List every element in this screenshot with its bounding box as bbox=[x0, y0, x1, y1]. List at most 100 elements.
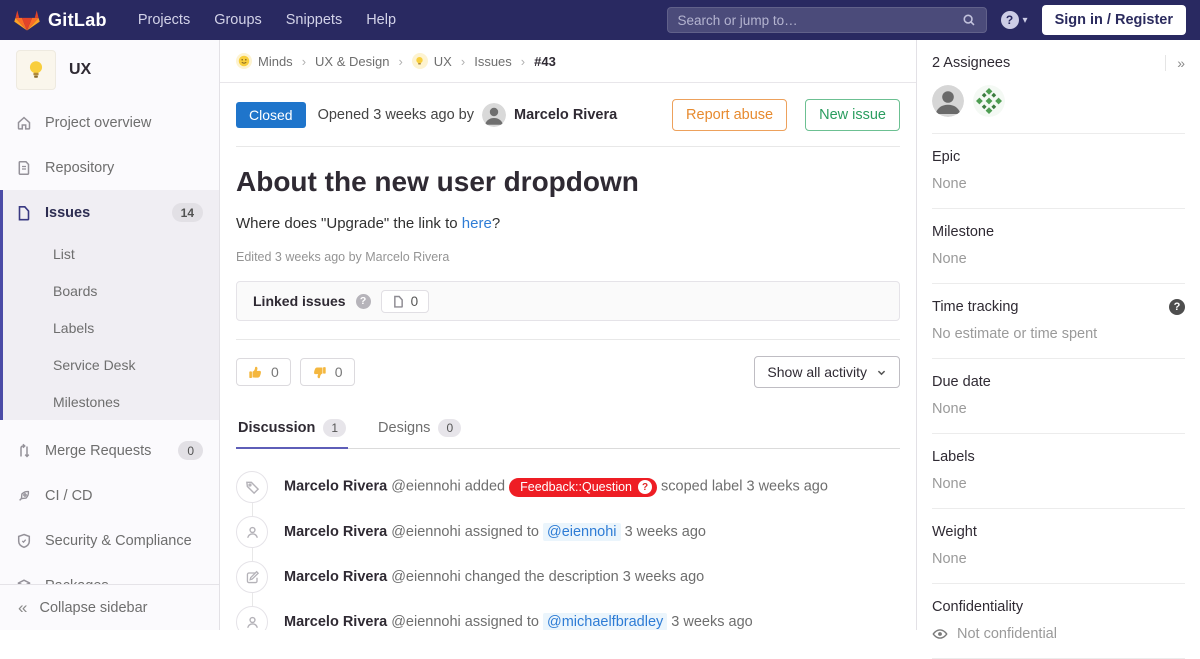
timeline-event-text: Marcelo Rivera @eiennohi assigned to @mi… bbox=[284, 614, 753, 630]
scoped-label-text: Feedback::Question bbox=[520, 480, 632, 494]
tanuki-icon bbox=[14, 8, 40, 32]
breadcrumb-issue-ref: #43 bbox=[534, 54, 556, 69]
sidebar-item-project-overview[interactable]: Project overview bbox=[0, 100, 219, 145]
linked-issues-card: Linked issues ? 0 bbox=[236, 281, 900, 321]
report-abuse-button[interactable]: Report abuse bbox=[672, 99, 787, 131]
timeline-event-text: Marcelo Rivera @eiennohi added Feedback:… bbox=[284, 478, 828, 497]
event-action: @eiennohi changed the description 3 week… bbox=[391, 569, 704, 585]
issue-title: About the new user dropdown bbox=[236, 166, 900, 198]
nav-snippets[interactable]: Snippets bbox=[275, 6, 353, 34]
tab-discussion[interactable]: Discussion 1 bbox=[236, 407, 348, 449]
label-icon bbox=[236, 471, 268, 503]
merge-request-icon bbox=[16, 443, 32, 459]
help-question-icon[interactable]: ? bbox=[356, 294, 371, 309]
sidebar-subitem-milestones[interactable]: Milestones bbox=[3, 383, 219, 420]
shield-icon bbox=[16, 533, 32, 549]
sidebar-item-issues[interactable]: Issues 14 bbox=[3, 190, 219, 235]
event-author[interactable]: Marcelo Rivera bbox=[284, 478, 387, 494]
labels-section[interactable]: Labels None bbox=[932, 434, 1185, 509]
sidebar-item-cicd[interactable]: CI / CD bbox=[0, 473, 219, 518]
breadcrumb-issues[interactable]: Issues bbox=[474, 54, 512, 69]
description-link[interactable]: here bbox=[462, 215, 492, 232]
thumbs-up-button[interactable]: 0 bbox=[236, 358, 291, 386]
sidebar-item-merge-requests[interactable]: Merge Requests 0 bbox=[0, 428, 219, 473]
user-icon bbox=[236, 606, 268, 630]
nav-projects[interactable]: Projects bbox=[127, 6, 201, 34]
event-action: @eiennohi assigned to bbox=[391, 524, 539, 540]
thumbs-down-icon bbox=[312, 365, 327, 380]
timeline-event-text: Marcelo Rivera @eiennohi changed the des… bbox=[284, 569, 704, 585]
event-author[interactable]: Marcelo Rivera bbox=[284, 614, 387, 630]
timeline-event-label-added: Marcelo Rivera @eiennohi added Feedback:… bbox=[236, 471, 900, 503]
search-input[interactable] bbox=[678, 13, 962, 28]
document-icon bbox=[16, 160, 32, 176]
scoped-label-feedback-question[interactable]: Feedback::Question ? bbox=[509, 478, 657, 497]
project-avatar bbox=[16, 50, 56, 90]
confidentiality-section[interactable]: Confidentiality Not confidential bbox=[932, 584, 1185, 659]
brand-name: GitLab bbox=[48, 10, 107, 31]
status-badge: Closed bbox=[236, 102, 306, 128]
collapse-sidebar-button[interactable]: « Collapse sidebar bbox=[0, 584, 219, 630]
breadcrumb-group[interactable]: Minds bbox=[236, 53, 293, 69]
sidebar-item-security[interactable]: Security & Compliance bbox=[0, 518, 219, 563]
sidebar-item-label: CI / CD bbox=[45, 488, 93, 504]
rocket-icon bbox=[16, 488, 32, 504]
event-author[interactable]: Marcelo Rivera bbox=[284, 524, 387, 540]
project-sidebar: UX Project overview Repository bbox=[0, 40, 220, 630]
project-header[interactable]: UX bbox=[0, 40, 219, 100]
new-issue-button[interactable]: New issue bbox=[805, 99, 900, 131]
tab-designs[interactable]: Designs 0 bbox=[376, 407, 463, 449]
due-date-section[interactable]: Due date None bbox=[932, 359, 1185, 434]
linked-issues-count-button[interactable]: 0 bbox=[381, 290, 430, 313]
sign-in-button[interactable]: Sign in / Register bbox=[1042, 5, 1186, 35]
breadcrumb-project[interactable]: UX bbox=[412, 53, 452, 69]
sidebar-subitem-boards[interactable]: Boards bbox=[3, 272, 219, 309]
timeline-event-text: Marcelo Rivera @eiennohi assigned to @ei… bbox=[284, 524, 706, 540]
eye-icon bbox=[932, 626, 948, 642]
sidebar-item-label: Security & Compliance bbox=[45, 533, 192, 549]
description-text: ? bbox=[492, 215, 500, 232]
project-mini-avatar bbox=[412, 53, 428, 69]
confidentiality-value: Not confidential bbox=[957, 626, 1057, 642]
mention-link[interactable]: @eiennohi bbox=[543, 523, 621, 541]
event-action: @eiennohi assigned to bbox=[391, 614, 539, 630]
thumbs-down-button[interactable]: 0 bbox=[300, 358, 355, 386]
milestone-section[interactable]: Milestone None bbox=[932, 209, 1185, 284]
weight-section[interactable]: Weight None bbox=[932, 509, 1185, 584]
activity-filter-dropdown[interactable]: Show all activity bbox=[754, 356, 900, 388]
sidebar-subitem-list[interactable]: List bbox=[3, 235, 219, 272]
assignees-section: 2 Assignees » bbox=[932, 40, 1185, 134]
assignee-avatar-photo[interactable] bbox=[932, 85, 964, 117]
time-tracking-help-icon[interactable]: ? bbox=[1169, 299, 1185, 315]
sidebar-item-label: Issues bbox=[45, 205, 90, 221]
nav-help[interactable]: Help bbox=[355, 6, 407, 34]
sidebar-item-repository[interactable]: Repository bbox=[0, 145, 219, 190]
project-name: UX bbox=[69, 61, 91, 79]
sidebar-subitem-service-desk[interactable]: Service Desk bbox=[3, 346, 219, 383]
breadcrumb-separator: › bbox=[398, 54, 402, 69]
labels-title: Labels bbox=[932, 449, 975, 465]
collapse-right-icon[interactable]: » bbox=[1165, 55, 1185, 71]
search-icon bbox=[962, 13, 976, 27]
epic-section[interactable]: Epic None bbox=[932, 134, 1185, 209]
breadcrumb: Minds › UX & Design › UX › Issues › #43 bbox=[220, 40, 916, 83]
weight-title: Weight bbox=[932, 524, 977, 540]
help-menu[interactable]: ? ▾ bbox=[1001, 11, 1028, 29]
author-avatar[interactable] bbox=[482, 103, 506, 127]
time-tracking-section[interactable]: Time tracking ? No estimate or time spen… bbox=[932, 284, 1185, 359]
epic-value: None bbox=[932, 176, 1185, 192]
author-name[interactable]: Marcelo Rivera bbox=[514, 107, 617, 123]
event-author[interactable]: Marcelo Rivera bbox=[284, 569, 387, 585]
assignee-avatar-identicon[interactable] bbox=[973, 85, 1005, 117]
mention-link[interactable]: @michaelfbradley bbox=[543, 613, 667, 630]
issues-icon bbox=[16, 205, 32, 221]
global-search[interactable] bbox=[667, 7, 987, 33]
tab-designs-label: Designs bbox=[378, 420, 430, 436]
event-suffix: scoped label 3 weeks ago bbox=[661, 478, 828, 494]
sidebar-subitem-labels[interactable]: Labels bbox=[3, 309, 219, 346]
assignees-title[interactable]: 2 Assignees bbox=[932, 55, 1010, 71]
nav-groups[interactable]: Groups bbox=[203, 6, 273, 34]
breadcrumb-subgroup[interactable]: UX & Design bbox=[315, 54, 389, 69]
assignee-avatars bbox=[932, 85, 1185, 117]
gitlab-logo[interactable]: GitLab bbox=[14, 8, 107, 32]
